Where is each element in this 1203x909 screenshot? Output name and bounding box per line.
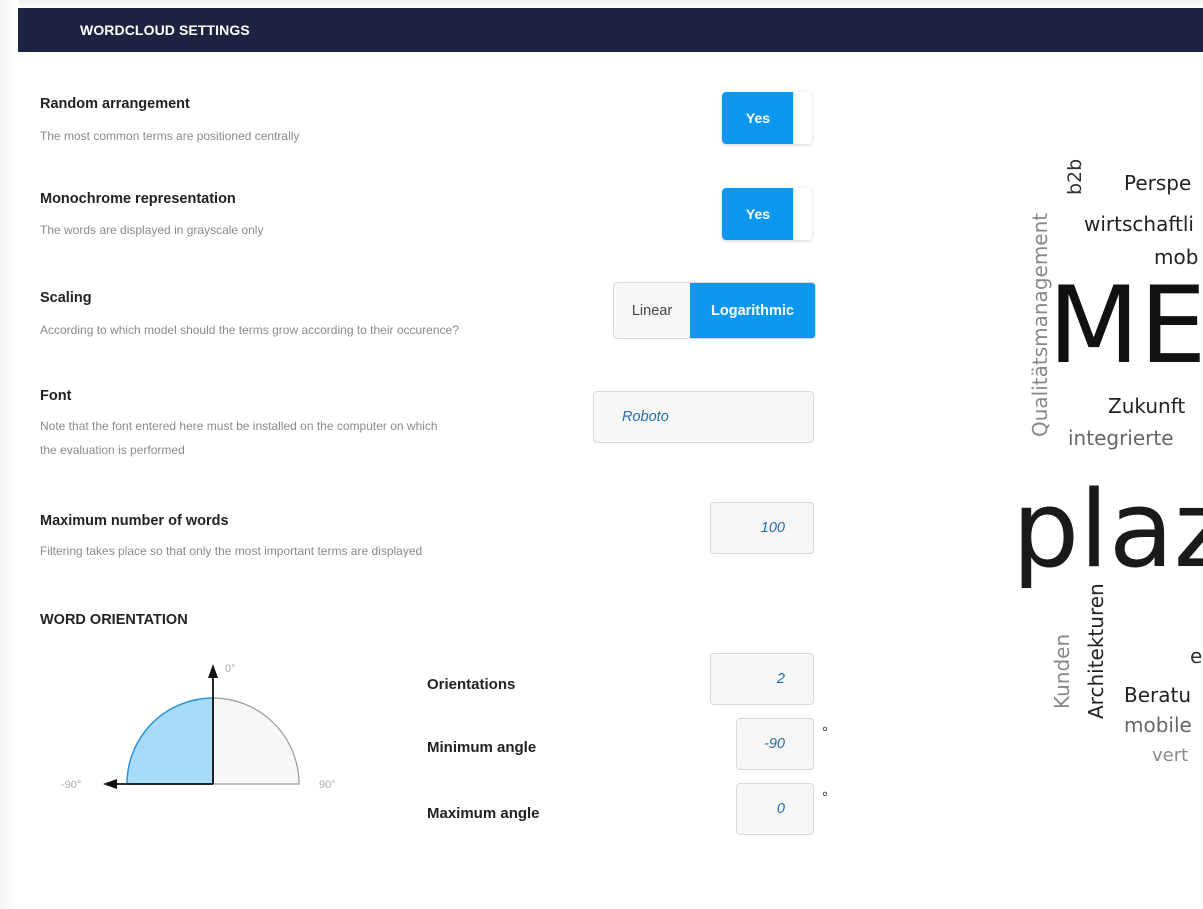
scaling-desc: According to which model should the term… [40, 323, 459, 337]
orientation-diagram: 0° -90° 90° [61, 663, 336, 791]
cloud-word: integrierte [1068, 426, 1174, 450]
cloud-word: Perspe [1124, 171, 1192, 195]
min-angle-unit: ° [822, 724, 828, 741]
orientations-label: Orientations [427, 676, 516, 693]
max-angle-label: Maximum angle [427, 805, 540, 822]
arrow-up-icon [208, 664, 218, 678]
min-angle-label: Minimum angle [427, 739, 537, 756]
diagram-label-0: 0° [225, 663, 236, 675]
scaling-option-logarithmic[interactable]: Logarithmic [690, 283, 815, 338]
cloud-word: Beratu [1124, 683, 1192, 707]
settings-header: WORDCLOUD SETTINGS [18, 8, 1203, 52]
cloud-word: b2b [1064, 158, 1086, 195]
cloud-word: plaz [1012, 468, 1203, 591]
monochrome-desc: The words are displayed in grayscale onl… [40, 223, 264, 237]
scaling-title: Scaling [40, 290, 92, 306]
top-shadow [0, 0, 1203, 8]
cloud-word: vert [1152, 745, 1189, 766]
max-words-title: Maximum number of words [40, 513, 229, 529]
toggle-knob[interactable] [793, 92, 812, 144]
cloud-word: Architekturen [1084, 583, 1108, 719]
cloud-word: Kunden [1050, 633, 1074, 709]
max-angle-unit: ° [822, 789, 828, 806]
random-arrangement-toggle[interactable]: Yes [722, 92, 812, 144]
word-orientation-title: WORD ORIENTATION [40, 612, 188, 628]
font-desc-line2: the evaluation is performed [40, 443, 185, 457]
toggle-yes-label: Yes [722, 188, 794, 240]
cloud-word: mobile [1124, 713, 1192, 737]
scaling-segmented-control: Linear Logarithmic [613, 282, 816, 339]
font-title: Font [40, 388, 72, 404]
cloud-word: wirtschaftli [1084, 212, 1194, 236]
diagram-label-minus-90: -90° [61, 779, 81, 791]
unselected-angle-sector [212, 697, 300, 785]
cloud-word: Qualitätsmanagement [1028, 212, 1052, 437]
cloud-word: ME [1048, 264, 1203, 387]
toggle-knob[interactable] [793, 188, 812, 240]
header-title: WORDCLOUD SETTINGS [80, 22, 250, 38]
random-arrangement-desc: The most common terms are positioned cen… [40, 129, 300, 143]
scaling-option-linear[interactable]: Linear [614, 283, 690, 338]
cloud-word: e [1190, 644, 1203, 668]
monochrome-toggle[interactable]: Yes [722, 188, 812, 240]
font-input[interactable]: Roboto [593, 391, 814, 443]
left-shadow [0, 0, 18, 909]
cloud-word: Zukunft [1108, 394, 1186, 418]
random-arrangement-title: Random arrangement [40, 96, 190, 112]
max-words-input[interactable]: 100 [710, 502, 814, 554]
max-words-desc: Filtering takes place so that only the m… [40, 544, 423, 558]
toggle-yes-label: Yes [722, 92, 794, 144]
arrow-left-icon [103, 779, 117, 789]
diagram-label-90: 90° [319, 779, 336, 791]
orientations-input[interactable]: 2 [710, 653, 814, 705]
monochrome-title: Monochrome representation [40, 191, 236, 207]
font-desc-line1: Note that the font entered here must be … [40, 419, 438, 433]
wordcloud-preview: b2b Perspe wirtschaftli mob Qualitätsman… [960, 155, 1203, 805]
max-angle-input[interactable]: 0 [736, 783, 814, 835]
min-angle-input[interactable]: -90 [736, 718, 814, 770]
selected-angle-sector [126, 697, 214, 785]
